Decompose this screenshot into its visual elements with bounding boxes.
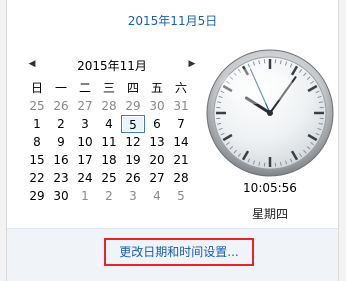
weekday-header: 六 [174, 81, 187, 95]
calendar-day[interactable]: 17 [73, 151, 97, 169]
calendar-day[interactable]: 20 [145, 151, 169, 169]
calendar-day[interactable]: 26 [121, 169, 145, 187]
calendar-day[interactable]: 8 [25, 133, 49, 151]
calendar-day[interactable]: 22 [25, 169, 49, 187]
flyout-footer: 更改日期和时间设置... [7, 228, 338, 281]
calendar-day[interactable]: 1 [73, 187, 97, 205]
calendar-day[interactable]: 16 [49, 151, 73, 169]
calendar-day[interactable]: 3 [73, 115, 97, 133]
long-date-link[interactable]: 2015年11月5日 [7, 12, 338, 29]
calendar-day[interactable]: 19 [121, 151, 145, 169]
calendar-day[interactable]: 29 [25, 187, 49, 205]
month-title[interactable]: 2015年11月 [47, 57, 177, 74]
calendar-day[interactable]: 28 [169, 169, 193, 187]
calendar-day[interactable]: 30 [49, 187, 73, 205]
calendar-day[interactable]: 15 [25, 151, 49, 169]
analog-clock-icon [206, 49, 334, 177]
calendar-day[interactable]: 2 [49, 115, 73, 133]
calendar-day[interactable]: 25 [25, 97, 49, 115]
date-time-flyout: 2015年11月5日 ◀ 2015年11月 ▶ 日一二三四五六 25 26 27 28 2… [6, 0, 339, 281]
weekday-label: 星期四 [251, 207, 288, 221]
calendar-day[interactable]: 28 [97, 97, 121, 115]
calendar-day[interactable]: 5 [169, 187, 193, 205]
calendar-navigation: ◀ 2015年11月 ▶ [27, 56, 197, 74]
calendar-day-today[interactable]: 5 [121, 115, 145, 133]
calendar-day[interactable]: 24 [73, 169, 97, 187]
weekday-header: 一 [54, 81, 67, 95]
calendar-day[interactable]: 31 [169, 97, 193, 115]
weekday-header: 四 [126, 81, 139, 95]
calendar-day[interactable]: 12 [121, 133, 145, 151]
calendar-day[interactable]: 13 [145, 133, 169, 151]
weekday-header: 日 [30, 81, 43, 95]
weekday-header: 三 [102, 81, 115, 95]
digital-time: 10:05:56 [243, 181, 297, 195]
calendar-day[interactable]: 27 [73, 97, 97, 115]
calendar-day[interactable]: 21 [169, 151, 193, 169]
change-date-time-settings-link[interactable]: 更改日期和时间设置... [104, 238, 254, 266]
calendar-day[interactable]: 3 [121, 187, 145, 205]
calendar-day[interactable]: 6 [145, 115, 169, 133]
calendar-day[interactable]: 27 [145, 169, 169, 187]
calendar-day[interactable]: 11 [97, 133, 121, 151]
calendar-day[interactable]: 26 [49, 97, 73, 115]
calendar-day[interactable]: 25 [97, 169, 121, 187]
calendar-day[interactable]: 18 [97, 151, 121, 169]
calendar-day[interactable]: 30 [145, 97, 169, 115]
calendar-day[interactable]: 2 [97, 187, 121, 205]
calendar-day[interactable]: 29 [121, 97, 145, 115]
next-month-icon[interactable]: ▶ [187, 58, 197, 70]
calendar-day[interactable]: 23 [49, 169, 73, 187]
calendar-day[interactable]: 4 [145, 187, 169, 205]
weekday-header: 二 [78, 81, 91, 95]
calendar-day[interactable]: 14 [169, 133, 193, 151]
weekday-header: 五 [150, 81, 163, 95]
calendar-grid: 日一二三四五六 25 26 27 28 29 30 31 1 2 3 4 5 6 7 8 9 10 11 12 13 14… [25, 79, 193, 205]
calendar-day[interactable]: 7 [169, 115, 193, 133]
previous-month-icon[interactable]: ◀ [27, 58, 37, 70]
calendar-day[interactable]: 4 [97, 115, 121, 133]
calendar-day[interactable]: 1 [25, 115, 49, 133]
calendar-day[interactable]: 9 [49, 133, 73, 151]
calendar-day[interactable]: 10 [73, 133, 97, 151]
